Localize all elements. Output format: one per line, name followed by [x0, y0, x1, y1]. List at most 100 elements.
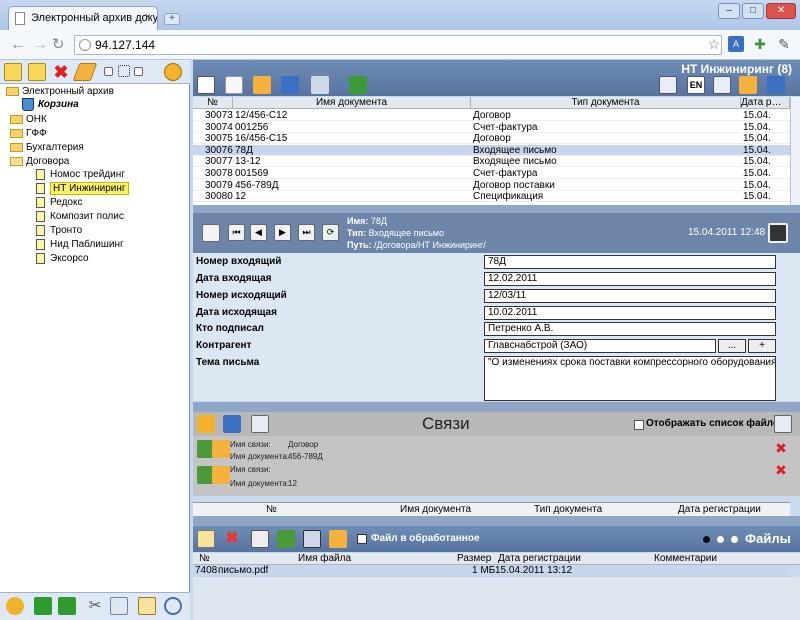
edit-file-icon[interactable]: [329, 530, 347, 548]
notes-icon[interactable]: [739, 76, 757, 94]
table-row[interactable]: 30076 78Д Входящее письмо 15.04.: [193, 144, 790, 156]
first-record-icon[interactable]: ⏮: [228, 224, 245, 241]
link-edit-icon[interactable]: [212, 466, 230, 484]
browser-tab[interactable]: Электронный архив доку… ×: [8, 6, 158, 30]
tree-expand-icon[interactable]: [118, 65, 130, 77]
tree-add-child-icon[interactable]: [28, 63, 46, 81]
files-col-name[interactable]: Имя файла: [298, 553, 351, 565]
links-col-type[interactable]: Тип документа: [534, 504, 602, 515]
new-document-icon[interactable]: [197, 76, 215, 94]
layout-icon[interactable]: [767, 76, 785, 94]
copy-icon[interactable]: [110, 597, 128, 615]
tree-refresh-icon[interactable]: [164, 63, 182, 81]
tree-checkbox-1[interactable]: [104, 67, 113, 76]
extension-icon[interactable]: ✚: [752, 36, 768, 52]
tree-item-selected[interactable]: НТ Инжиниринг: [36, 182, 129, 196]
outgoing-number-field[interactable]: 12/03/11: [484, 289, 776, 303]
table-row[interactable]: 30077 13-12 Входящее письмо 15.04.: [193, 156, 790, 168]
tree-item[interactable]: Нид Паблишинг: [36, 239, 124, 250]
tree-item[interactable]: Редокс: [36, 197, 82, 208]
col-header-name[interactable]: Имя документа: [233, 97, 471, 109]
move-down-icon[interactable]: [58, 597, 76, 615]
incoming-date-field[interactable]: 12.02.2011: [484, 272, 776, 286]
tree-item[interactable]: Номос трейдинг: [36, 169, 125, 180]
maximize-button[interactable]: □: [742, 3, 764, 19]
tree-edit-icon[interactable]: [72, 63, 98, 81]
delete-file-icon[interactable]: ✖: [223, 530, 241, 548]
link-delete-icon[interactable]: ✖: [772, 461, 790, 479]
counterparty-add-button[interactable]: +: [748, 339, 776, 353]
search-icon[interactable]: [164, 597, 182, 615]
counterparty-browse-button[interactable]: ...: [718, 339, 746, 353]
link-edit-icon[interactable]: [212, 440, 230, 458]
show-files-checkbox[interactable]: [634, 420, 644, 430]
preview-file-icon[interactable]: [251, 530, 269, 548]
tree-item[interactable]: Тронто: [36, 225, 82, 236]
table-scrollbar[interactable]: [790, 97, 800, 205]
tree-folder-onk[interactable]: ОНК: [10, 114, 47, 125]
tree-delete-icon[interactable]: ✖: [52, 63, 70, 81]
view-radio-1[interactable]: [703, 536, 710, 543]
minimize-button[interactable]: –: [718, 3, 740, 19]
counterparty-field[interactable]: Главснабстрой (ЗАО): [484, 339, 716, 353]
splitter[interactable]: [193, 516, 800, 526]
tree-folder-buh[interactable]: Бухгалтерия: [10, 142, 84, 153]
table-row[interactable]: 30075 16/456-С15 Договор 15.04.: [193, 133, 790, 145]
col-header-type[interactable]: Тип документа: [471, 97, 741, 109]
find-icon[interactable]: [713, 76, 731, 94]
last-record-icon[interactable]: ⏭: [298, 224, 315, 241]
add-link-icon[interactable]: [197, 415, 215, 433]
print-icon[interactable]: [311, 76, 329, 94]
scan-icon[interactable]: [281, 76, 299, 94]
tree-trash[interactable]: Корзина: [22, 98, 79, 111]
prev-record-icon[interactable]: ◀: [250, 224, 267, 241]
col-header-num[interactable]: №: [193, 97, 233, 109]
next-record-icon[interactable]: ▶: [274, 224, 291, 241]
view-radio-3[interactable]: [731, 536, 738, 543]
wrench-icon[interactable]: ✎: [776, 36, 792, 52]
address-bar[interactable]: 94.127.144: [74, 35, 722, 55]
refresh-icon[interactable]: [6, 597, 24, 615]
open-link-icon[interactable]: [223, 415, 241, 433]
forward-icon[interactable]: →: [32, 37, 48, 53]
files-col-comment[interactable]: Комментарии: [654, 553, 717, 565]
splitter[interactable]: [193, 402, 800, 412]
files-col-date[interactable]: Дата регистрации: [498, 553, 581, 565]
tree-item[interactable]: Эксорсо: [36, 253, 89, 264]
cut-icon[interactable]: ✂: [86, 597, 104, 615]
add-file-icon[interactable]: [197, 530, 215, 548]
outgoing-date-field[interactable]: 10.02.2011: [484, 306, 776, 320]
col-header-date[interactable]: Дата р…: [741, 97, 790, 109]
view-radio-2[interactable]: [717, 536, 724, 543]
processed-checkbox[interactable]: [357, 534, 367, 544]
star-icon[interactable]: ☆: [706, 36, 722, 52]
files-list-icon[interactable]: [774, 415, 792, 433]
splitter[interactable]: [193, 205, 800, 213]
tree-folder-contracts[interactable]: Договора: [10, 156, 69, 167]
table-row[interactable]: 30073 12/456-С12 Договор 15.04.: [193, 110, 790, 121]
table-row[interactable]: 30074 001256 Счет-фактура 15.04.: [193, 122, 790, 133]
back-icon[interactable]: ←: [10, 37, 26, 53]
tab-close-icon[interactable]: ×: [145, 11, 151, 23]
translate-icon[interactable]: A: [728, 36, 744, 52]
links-col-num[interactable]: №: [266, 504, 277, 515]
tree-checkbox-2[interactable]: [134, 67, 143, 76]
tree-item[interactable]: Композит полис: [36, 211, 124, 222]
edit-document-icon[interactable]: [253, 76, 271, 94]
signed-by-field[interactable]: Петренко А.В.: [484, 322, 776, 336]
reload-icon[interactable]: ↻: [52, 37, 65, 53]
new-tab-button[interactable]: +: [164, 13, 180, 25]
links-col-name[interactable]: Имя документа: [400, 504, 471, 515]
export-icon[interactable]: [349, 76, 367, 94]
tree-add-icon[interactable]: [4, 63, 22, 81]
delete-document-icon[interactable]: [225, 76, 243, 94]
paste-icon[interactable]: [138, 597, 156, 615]
files-col-size[interactable]: Размер: [457, 553, 491, 565]
view-link-icon[interactable]: [251, 415, 269, 433]
subject-field[interactable]: "О изменениях срока поставки компрессорн…: [484, 356, 776, 401]
save-record-icon[interactable]: ⟳: [322, 224, 339, 241]
card-new-icon[interactable]: [202, 224, 220, 242]
save-icon[interactable]: [768, 223, 788, 243]
link-delete-icon[interactable]: ✖: [772, 439, 790, 457]
incoming-number-field[interactable]: 78Д: [484, 255, 776, 269]
